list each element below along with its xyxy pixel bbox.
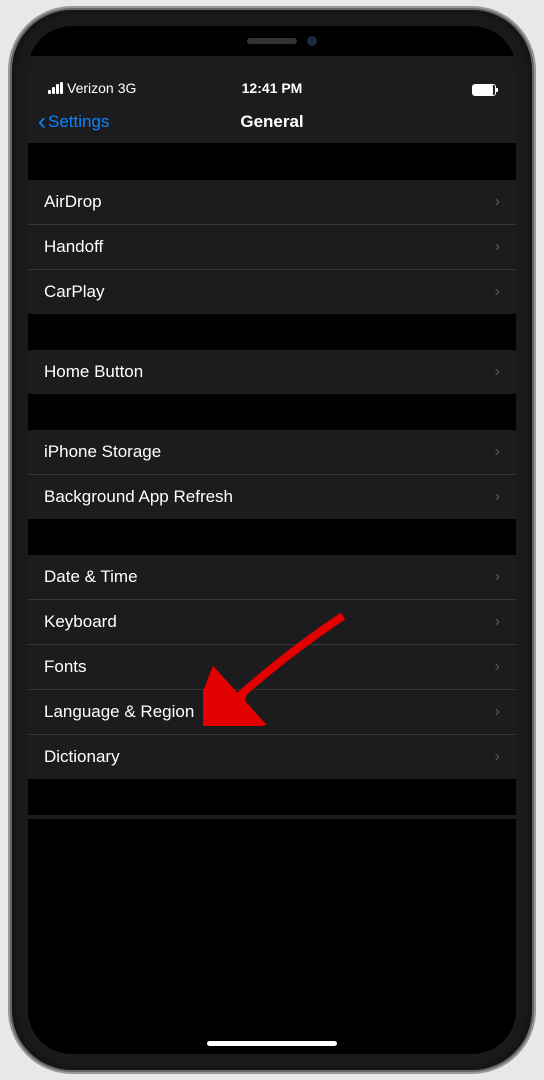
chevron-right-icon: › <box>495 443 500 461</box>
phone-frame: Verizon 3G 12:41 PM ‹ Settings General A… <box>12 10 532 1070</box>
list-item-label: Date & Time <box>44 567 138 587</box>
list-group-3: Date & Time › Keyboard › Fonts › Languag… <box>28 555 516 779</box>
list-group-0: AirDrop › Handoff › CarPlay › <box>28 180 516 314</box>
list-group-1: Home Button › <box>28 350 516 394</box>
list-item-home-button[interactable]: Home Button › <box>28 350 516 394</box>
back-button[interactable]: ‹ Settings <box>28 108 109 136</box>
list-item-dictionary[interactable]: Dictionary › <box>28 735 516 779</box>
list-item-label: CarPlay <box>44 282 104 302</box>
front-camera <box>307 36 317 46</box>
battery-icon <box>472 84 496 96</box>
status-time: 12:41 PM <box>242 80 303 96</box>
chevron-right-icon: › <box>495 193 500 211</box>
list-item-label: Keyboard <box>44 612 117 632</box>
chevron-right-icon: › <box>495 238 500 256</box>
status-left: Verizon 3G <box>48 80 136 96</box>
list-item-fonts[interactable]: Fonts › <box>28 645 516 690</box>
nav-bar: ‹ Settings General <box>28 100 516 144</box>
list-item-date-time[interactable]: Date & Time › <box>28 555 516 600</box>
carrier-label: Verizon <box>67 80 114 96</box>
list-item-language-region[interactable]: Language & Region › <box>28 690 516 735</box>
list-item-label: iPhone Storage <box>44 442 161 462</box>
list-item-handoff[interactable]: Handoff › <box>28 225 516 270</box>
speaker <box>247 38 297 44</box>
network-label: 3G <box>118 80 137 96</box>
chevron-left-icon: ‹ <box>38 108 46 136</box>
notch <box>172 26 372 56</box>
chevron-right-icon: › <box>495 363 500 381</box>
chevron-right-icon: › <box>495 613 500 631</box>
settings-content[interactable]: AirDrop › Handoff › CarPlay › Home Butto… <box>28 144 516 1054</box>
back-label: Settings <box>48 112 109 132</box>
list-item-label: Fonts <box>44 657 87 677</box>
list-item-keyboard[interactable]: Keyboard › <box>28 600 516 645</box>
chevron-right-icon: › <box>495 658 500 676</box>
list-item-label: Home Button <box>44 362 143 382</box>
screen: Verizon 3G 12:41 PM ‹ Settings General A… <box>28 26 516 1054</box>
chevron-right-icon: › <box>495 748 500 766</box>
chevron-right-icon: › <box>495 488 500 506</box>
list-item-background-app-refresh[interactable]: Background App Refresh › <box>28 475 516 519</box>
signal-icon <box>48 82 63 94</box>
chevron-right-icon: › <box>495 283 500 301</box>
list-item-label: AirDrop <box>44 192 102 212</box>
list-item-airdrop[interactable]: AirDrop › <box>28 180 516 225</box>
list-item-label: Language & Region <box>44 702 194 722</box>
home-indicator[interactable] <box>207 1041 337 1046</box>
chevron-right-icon: › <box>495 568 500 586</box>
list-item-label: Dictionary <box>44 747 120 767</box>
chevron-right-icon: › <box>495 703 500 721</box>
list-group-2: iPhone Storage › Background App Refresh … <box>28 430 516 519</box>
list-item-label: Handoff <box>44 237 103 257</box>
list-item-iphone-storage[interactable]: iPhone Storage › <box>28 430 516 475</box>
list-group-partial <box>28 815 516 819</box>
list-item-label: Background App Refresh <box>44 487 233 507</box>
list-item-carplay[interactable]: CarPlay › <box>28 270 516 314</box>
status-bar: Verizon 3G 12:41 PM <box>28 56 516 100</box>
